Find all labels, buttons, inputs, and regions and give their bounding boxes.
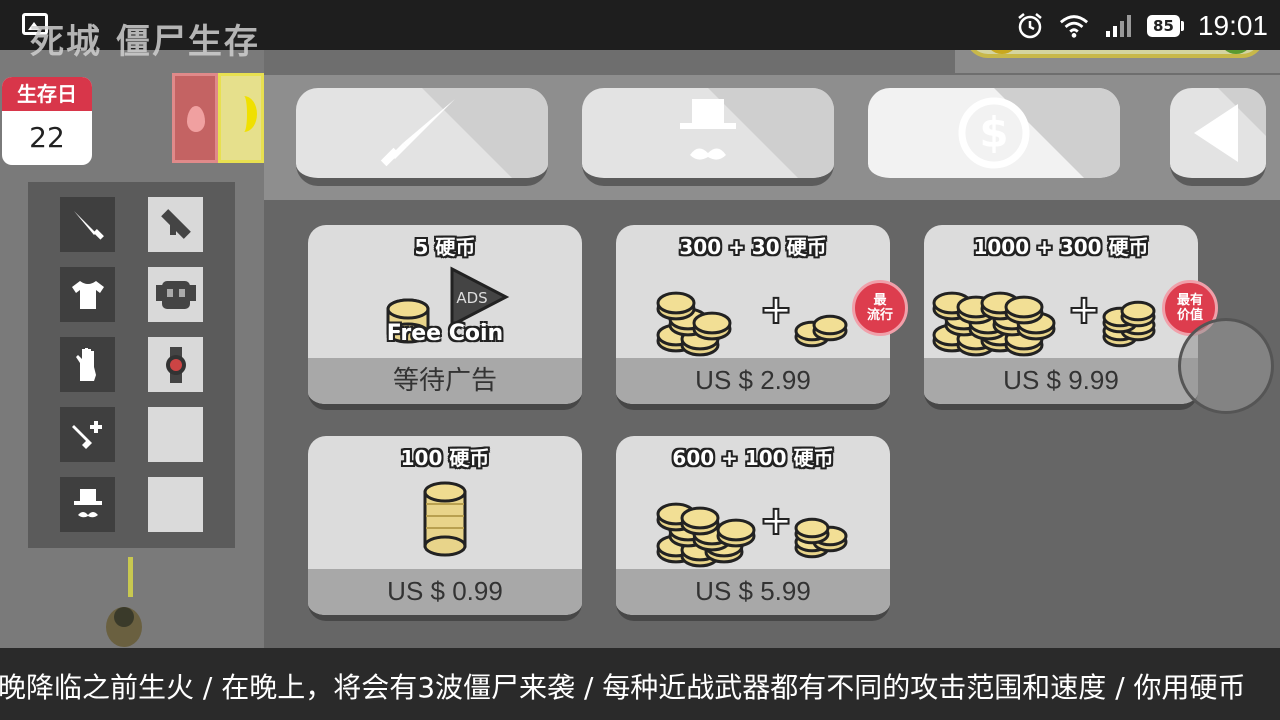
product-price: US $ 2.99 [616, 358, 890, 404]
coin-pile-icon: + [616, 259, 890, 359]
status-right-group: 85 19:01 [1015, 6, 1268, 46]
product-title: 100 硬币 [400, 446, 490, 470]
product-title: 600 + 100 硬币 [672, 446, 834, 470]
product-price: 等待广告 [308, 358, 582, 404]
blood-drop-icon [187, 106, 205, 132]
top-hat-mustache-icon [73, 488, 102, 517]
tab-clothing[interactable] [582, 88, 834, 186]
tab-back[interactable] [1170, 88, 1266, 186]
knife-icon [73, 210, 104, 240]
inventory-grid [28, 182, 235, 548]
svg-text:+: + [759, 498, 793, 544]
svg-text:$: $ [979, 108, 1008, 157]
product-title: 5 硬币 [414, 235, 476, 259]
product-price: US $ 9.99 [924, 358, 1198, 404]
product-title: 300 + 30 硬币 [679, 235, 827, 259]
battery-level: 85 [1147, 15, 1180, 37]
free-coin-label: Free Coin [386, 321, 504, 346]
alarm-icon [1015, 11, 1045, 41]
knife-icon [380, 99, 455, 167]
virtual-joystick[interactable] [1178, 318, 1274, 414]
product-card-700-coins[interactable]: 600 + 100 硬币 + US $ 5.99 [616, 436, 890, 621]
product-card-100-coins[interactable]: 100 硬币 US $ 0.99 [308, 436, 582, 621]
system-status-bar: 死城 僵尸生存 85 19:01 [0, 0, 1280, 62]
armor-vest-icon [155, 280, 196, 309]
inventory-slot-glove[interactable] [60, 337, 115, 392]
product-price: US $ 0.99 [308, 569, 582, 615]
inventory-slot-empty[interactable] [148, 477, 203, 532]
tips-text: 夜晚降临之前生火 / 在晚上，将会有3波僵尸来袭 / 每种近战武器都有不同的攻击… [0, 671, 1246, 704]
svg-text:+: + [759, 287, 793, 333]
back-arrow-icon [1194, 104, 1238, 162]
player-character [102, 555, 152, 650]
tips-ticker: 夜晚降临之前生火 / 在晚上，将会有3波僵尸来袭 / 每种近战武器都有不同的攻击… [0, 648, 1280, 720]
ads-play-icon: ADS [450, 266, 510, 328]
inventory-slot-shirt[interactable] [60, 267, 115, 322]
svg-text:+: + [1067, 287, 1101, 333]
coin-stack-icon [308, 470, 582, 570]
inventory-slot-empty[interactable] [148, 407, 203, 462]
tab-weapons[interactable] [296, 88, 548, 186]
status-clock: 19:01 [1197, 10, 1268, 41]
health-bar [172, 73, 218, 163]
inventory-slot-armor[interactable] [148, 267, 203, 322]
rocket-launcher-icon [160, 208, 191, 239]
pistol-icon [71, 420, 102, 449]
glove-icon [75, 347, 96, 381]
product-title: 1000 + 300 硬币 [973, 235, 1149, 259]
product-card-1300-coins[interactable]: 1000 + 300 硬币 + US $ 9.99 [924, 225, 1198, 410]
inventory-slot-knife[interactable] [60, 197, 115, 252]
top-hat-mustache-icon [680, 99, 736, 160]
product-card-330-coins[interactable]: 300 + 30 硬币 + US $ 2.99 [616, 225, 890, 410]
survival-day-card: 生存日 22 [2, 77, 92, 165]
survival-day-label: 生存日 [2, 77, 92, 111]
coin-pile-icon: + [924, 259, 1198, 359]
most-popular-badge: 最 流行 [852, 280, 908, 336]
product-price: US $ 5.99 [616, 569, 890, 615]
product-card-free-coin[interactable]: 5 硬币 ADS Free Coin 等待广告 [308, 225, 582, 410]
inventory-slot-hat[interactable] [60, 477, 115, 532]
banana-icon [231, 96, 257, 132]
inventory-slot-rocket-launcher[interactable] [148, 197, 203, 252]
coin-pile-icon: + [616, 470, 890, 570]
hunger-bar [218, 73, 264, 163]
signal-icon [1103, 11, 1133, 41]
tab-coins[interactable]: $ [868, 88, 1120, 186]
wifi-icon [1059, 11, 1089, 41]
survival-day-value: 22 [29, 121, 65, 154]
dollar-coin-icon: $ [958, 97, 1030, 169]
battery-icon: 85 [1147, 15, 1184, 37]
inventory-slot-watch[interactable] [148, 337, 203, 392]
game-title: 死城 僵尸生存 [30, 22, 260, 62]
inventory-slot-pistol[interactable] [60, 407, 115, 462]
tshirt-icon [71, 280, 104, 309]
wristwatch-icon [165, 346, 186, 383]
svg-text:ADS: ADS [456, 289, 487, 307]
